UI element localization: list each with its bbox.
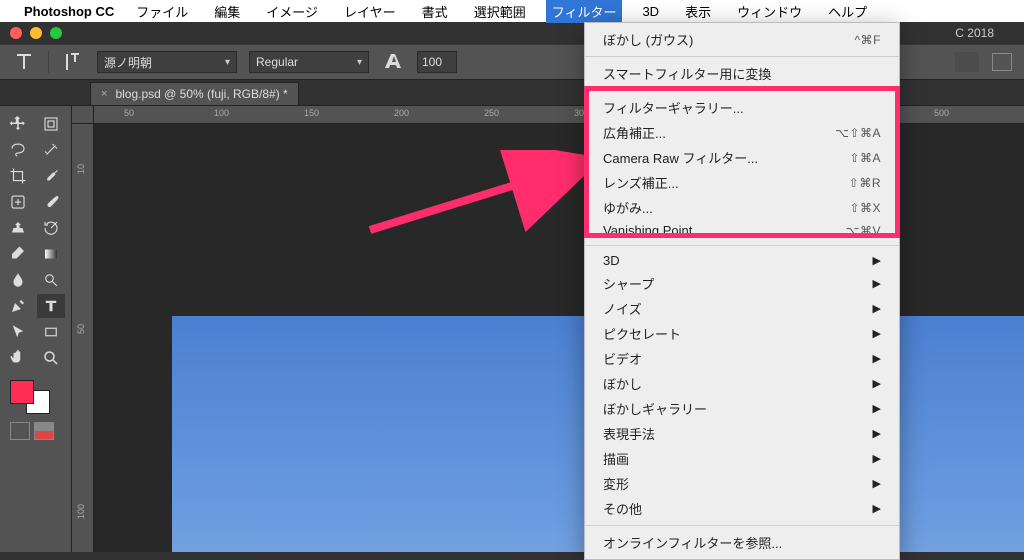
blur-tool[interactable]: [4, 268, 32, 292]
menu-filter[interactable]: フィルター: [546, 0, 623, 23]
menu-item-wide-angle[interactable]: 広角補正...⌥⇧⌘A: [585, 120, 899, 145]
color-swatches: [4, 380, 67, 420]
submenu-other[interactable]: その他▶: [585, 496, 899, 521]
vertical-ruler[interactable]: 10 50 100: [72, 124, 94, 552]
lasso-tool[interactable]: [4, 138, 32, 162]
submenu-blur-gallery[interactable]: ぼかしギャラリー▶: [585, 396, 899, 421]
rectangle-tool[interactable]: [37, 320, 65, 344]
submenu-3d[interactable]: 3D▶: [585, 250, 899, 271]
minimize-window-button[interactable]: [30, 27, 42, 39]
tools-panel: [0, 106, 72, 552]
font-size-input[interactable]: 100: [417, 51, 457, 73]
artboard-tool[interactable]: [37, 112, 65, 136]
menu-view[interactable]: 表示: [679, 0, 717, 23]
menu-3d[interactable]: 3D: [636, 2, 665, 21]
move-tool[interactable]: [4, 112, 32, 136]
submenu-sharpen[interactable]: シャープ▶: [585, 271, 899, 296]
submenu-pixelate[interactable]: ピクセレート▶: [585, 321, 899, 346]
dodge-tool[interactable]: [37, 268, 65, 292]
menu-item-liquify[interactable]: ゆがみ...⇧⌘X: [585, 195, 899, 220]
type-tool[interactable]: [37, 294, 65, 318]
document-tab[interactable]: × blog.psd @ 50% (fuji, RGB/8#) *: [90, 82, 299, 105]
clone-stamp-tool[interactable]: [4, 216, 32, 240]
close-window-button[interactable]: [10, 27, 22, 39]
window-title-suffix: C 2018: [955, 26, 994, 40]
submenu-blur[interactable]: ぼかし▶: [585, 371, 899, 396]
menu-file[interactable]: ファイル: [130, 0, 194, 23]
menu-edit[interactable]: 編集: [208, 0, 246, 23]
path-select-tool[interactable]: [4, 320, 32, 344]
brush-tool[interactable]: [37, 190, 65, 214]
menu-window[interactable]: ウィンドウ: [731, 0, 808, 23]
menu-type[interactable]: 書式: [416, 0, 454, 23]
spot-heal-tool[interactable]: [4, 190, 32, 214]
submenu-distort[interactable]: 変形▶: [585, 471, 899, 496]
menu-item-camera-raw[interactable]: Camera Raw フィルター...⇧⌘A: [585, 145, 899, 170]
submenu-stylize[interactable]: 表現手法▶: [585, 421, 899, 446]
menu-image[interactable]: イメージ: [260, 0, 324, 23]
app-name[interactable]: Photoshop CC: [24, 4, 114, 19]
zoom-window-button[interactable]: [50, 27, 62, 39]
menu-item-lens-correction[interactable]: レンズ補正...⇧⌘R: [585, 170, 899, 195]
menu-layer[interactable]: レイヤー: [338, 0, 402, 23]
menu-item-last-filter[interactable]: ぼかし (ガウス)^⌘F: [585, 27, 899, 52]
eraser-tool[interactable]: [4, 242, 32, 266]
menu-help[interactable]: ヘルプ: [822, 0, 873, 23]
standard-mode-icon[interactable]: [10, 422, 30, 440]
close-tab-icon[interactable]: ×: [101, 88, 107, 100]
crop-tool[interactable]: [4, 164, 32, 188]
document-tab-label: blog.psd @ 50% (fuji, RGB/8#) *: [115, 87, 287, 101]
magic-wand-tool[interactable]: [37, 138, 65, 162]
filter-menu-dropdown: ぼかし (ガウス)^⌘F スマートフィルター用に変換 フィルターギャラリー...…: [584, 22, 900, 560]
menu-item-vanishing-point[interactable]: Vanishing Point...⌥⌘V: [585, 220, 899, 241]
font-family-select[interactable]: 源ノ明朝: [97, 51, 237, 73]
history-brush-tool[interactable]: [37, 216, 65, 240]
submenu-noise[interactable]: ノイズ▶: [585, 296, 899, 321]
menu-item-browse-online[interactable]: オンラインフィルターを参照...: [585, 530, 899, 555]
ruler-origin[interactable]: [72, 106, 94, 124]
menu-item-filter-gallery[interactable]: フィルターギャラリー...: [585, 95, 899, 120]
foreground-color-swatch[interactable]: [10, 380, 34, 404]
submenu-render[interactable]: 描画▶: [585, 446, 899, 471]
menu-item-convert-smart[interactable]: スマートフィルター用に変換: [585, 61, 899, 86]
zoom-tool[interactable]: [37, 346, 65, 370]
pen-tool[interactable]: [4, 294, 32, 318]
panel-toggle-icon[interactable]: [992, 53, 1012, 71]
warp-text-button: [954, 51, 980, 73]
font-weight-select[interactable]: Regular: [249, 51, 369, 73]
quick-mask-mode-icon[interactable]: [34, 422, 54, 440]
type-tool-preset-icon[interactable]: [12, 50, 36, 74]
mac-menubar: Photoshop CC ファイル 編集 イメージ レイヤー 書式 選択範囲 フ…: [0, 0, 1024, 22]
hand-tool[interactable]: [4, 346, 32, 370]
font-size-icon: [381, 50, 405, 74]
edit-mode-toggles: [4, 422, 67, 440]
gradient-tool[interactable]: [37, 242, 65, 266]
menu-select[interactable]: 選択範囲: [468, 0, 532, 23]
eyedropper-tool[interactable]: [37, 164, 65, 188]
submenu-video[interactable]: ビデオ▶: [585, 346, 899, 371]
text-orientation-icon[interactable]: [61, 50, 85, 74]
